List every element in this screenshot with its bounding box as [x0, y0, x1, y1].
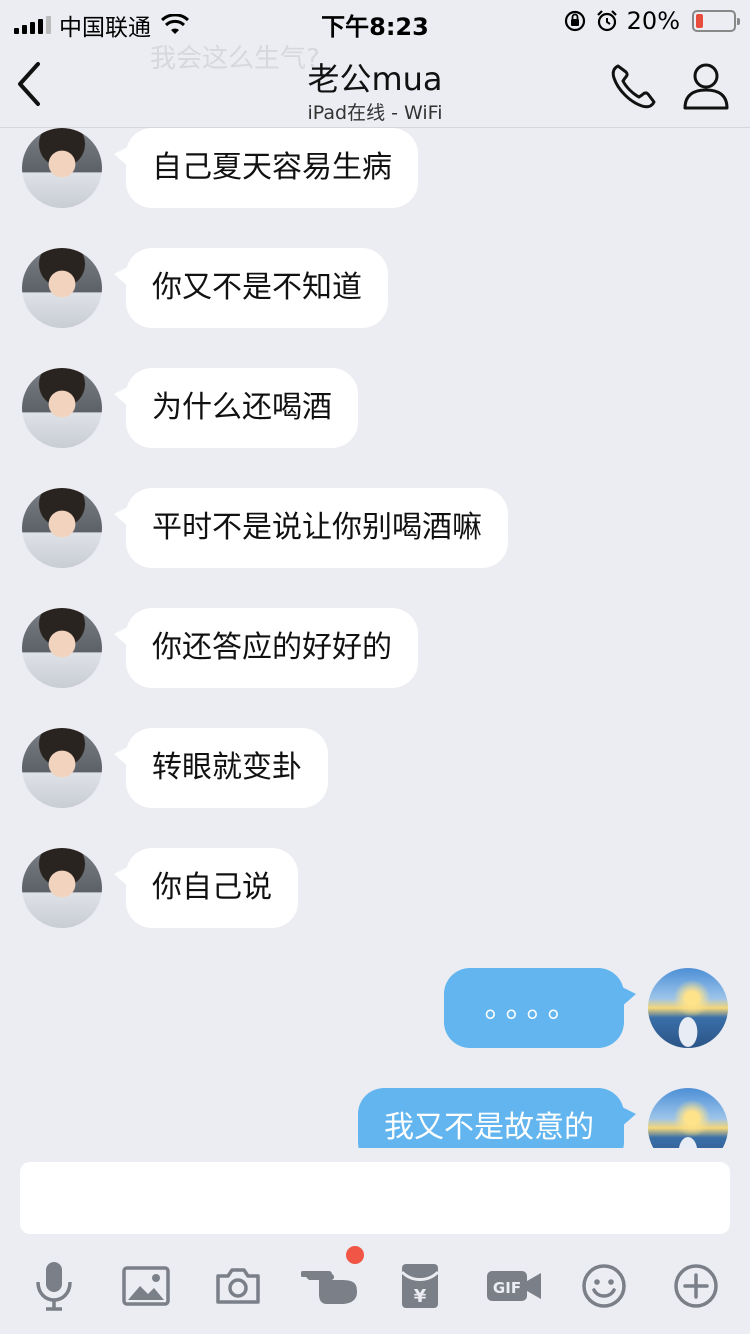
notification-dot	[346, 1246, 364, 1264]
contact-avatar[interactable]	[22, 488, 102, 568]
poke-hand-icon	[301, 1271, 357, 1304]
person-icon	[683, 63, 729, 110]
red-packet-button[interactable]: ¥	[392, 1258, 448, 1314]
battery-icon	[692, 10, 740, 32]
gif-icon: GIF	[487, 1271, 541, 1301]
phone-icon	[611, 64, 656, 109]
contact-avatar[interactable]	[22, 728, 102, 808]
camera-button[interactable]	[210, 1258, 266, 1314]
plus-icon	[674, 1264, 718, 1308]
message-row: 为什么还喝酒	[0, 368, 750, 448]
image-icon	[122, 1266, 170, 1306]
input-area: ¥ GIF	[0, 1148, 750, 1334]
emoji-button[interactable]	[576, 1258, 632, 1314]
incoming-message-bubble[interactable]: 为什么还喝酒	[114, 368, 358, 448]
microphone-icon	[36, 1262, 72, 1311]
outgoing-message-bubble[interactable]: 我又不是故意的	[358, 1088, 636, 1148]
battery-percent: 20%	[626, 7, 680, 35]
photo-button[interactable]	[118, 1258, 174, 1314]
svg-text:¥: ¥	[414, 1286, 427, 1307]
input-toolbar: ¥ GIF	[0, 1246, 750, 1318]
message-row: 平时不是说让你别喝酒嘛	[0, 488, 750, 568]
poke-button[interactable]	[300, 1246, 364, 1314]
my-avatar[interactable]	[648, 1088, 728, 1148]
incoming-message-bubble[interactable]: 转眼就变卦	[114, 728, 328, 808]
outgoing-message-bubble[interactable]: 。。。。	[444, 968, 636, 1048]
incoming-message-bubble[interactable]: 你又不是不知道	[114, 248, 388, 328]
message-row: 你又不是不知道	[0, 248, 750, 328]
message-row: 我又不是故意的	[0, 1088, 750, 1148]
incoming-message-bubble[interactable]: 你自己说	[114, 848, 298, 928]
battery-level	[696, 14, 703, 28]
more-button[interactable]	[668, 1258, 724, 1314]
status-bar: 中国联通 下午8:23 20%	[0, 0, 750, 41]
chat-header: 我会这么生气? 老公mua iPad在线 - WiFi	[0, 40, 750, 128]
voice-button[interactable]	[26, 1258, 82, 1314]
message-row: 你还答应的好好的	[0, 608, 750, 688]
contact-avatar[interactable]	[22, 368, 102, 448]
call-button[interactable]	[608, 60, 660, 112]
message-input[interactable]	[20, 1162, 730, 1234]
contact-avatar[interactable]	[22, 608, 102, 688]
contact-avatar[interactable]	[22, 128, 102, 208]
camera-icon	[216, 1268, 260, 1304]
svg-text:GIF: GIF	[493, 1279, 521, 1297]
contact-avatar[interactable]	[22, 248, 102, 328]
alarm-icon	[596, 10, 617, 32]
red-packet-icon: ¥	[400, 1264, 440, 1308]
emoji-icon	[582, 1264, 626, 1308]
my-avatar[interactable]	[648, 968, 728, 1048]
incoming-message-bubble[interactable]: 自己夏天容易生病	[114, 128, 418, 208]
incoming-message-bubble[interactable]: 你还答应的好好的	[114, 608, 418, 688]
message-row: 。。。。	[0, 968, 750, 1048]
message-row: 自己夏天容易生病	[0, 128, 750, 208]
incoming-message-bubble[interactable]: 平时不是说让你别喝酒嘛	[114, 488, 508, 568]
message-row: 转眼就变卦	[0, 728, 750, 808]
orientation-lock-icon	[564, 10, 585, 32]
contact-avatar[interactable]	[22, 848, 102, 928]
message-row: 你自己说	[0, 848, 750, 928]
profile-button[interactable]	[680, 60, 732, 112]
message-list[interactable]: 自己夏天容易生病 你又不是不知道 为什么还喝酒平时不是说让你别喝酒嘛 你还答应的好好的…	[0, 128, 750, 1148]
gif-button[interactable]: GIF	[484, 1258, 544, 1314]
